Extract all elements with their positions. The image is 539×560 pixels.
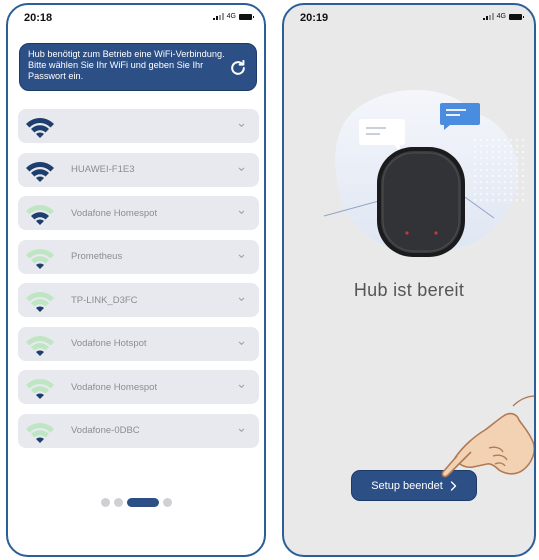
wifi-network-item[interactable]: Prometheus <box>18 239 259 274</box>
battery-icon <box>509 13 524 20</box>
page-indicator <box>101 498 172 507</box>
status-bar: 20:19 4G <box>284 5 534 29</box>
status-indicators: 4G <box>212 13 254 20</box>
chevron-down-icon <box>238 384 245 388</box>
wifi-signal-icon <box>26 161 54 182</box>
wifi-network-name: Vodafone Homespot <box>71 381 158 393</box>
chevron-down-icon <box>238 210 245 214</box>
wifi-signal-icon <box>26 118 54 138</box>
wifi-network-item[interactable] <box>18 109 259 143</box>
page-dot[interactable] <box>114 498 123 507</box>
network-type: 4G <box>496 13 506 20</box>
status-time: 20:18 <box>24 12 53 24</box>
chevron-down-icon <box>238 123 245 127</box>
page-dot[interactable] <box>163 498 172 507</box>
left-phone-screen: 20:18 4G Hub benötigt zum Betrieb eine W… <box>6 3 266 557</box>
signal-icon <box>212 13 224 20</box>
wifi-notice-banner: Hub benötigt zum Betrieb eine WiFi-Verbi… <box>19 43 257 91</box>
wifi-network-name: TP-LINK_D3FC <box>71 294 138 306</box>
wifi-network-name: Vodafone Homespot <box>71 207 158 219</box>
right-phone-screen: 20:19 4G Hub ist bereit Setup beendet <box>282 3 536 557</box>
wifi-signal-icon <box>26 248 54 269</box>
setup-finished-label: Setup beendet <box>371 479 443 492</box>
wifi-network-name: HUAWEI-F1E3 <box>71 164 135 175</box>
hub-illustration <box>323 89 524 257</box>
chevron-down-icon <box>238 254 245 258</box>
network-type: 4G <box>226 13 236 20</box>
wifi-signal-icon <box>26 205 54 225</box>
page-dot-active[interactable] <box>127 498 159 507</box>
wifi-network-name: Prometheus <box>71 251 123 262</box>
wifi-signal-icon <box>26 422 54 443</box>
status-indicators: 4G <box>482 13 524 20</box>
refresh-icon[interactable] <box>228 58 248 78</box>
battery-icon <box>239 13 254 20</box>
wifi-network-name: Vodafone-0DBC <box>71 425 140 436</box>
chevron-down-icon <box>238 428 245 432</box>
status-bar: 20:18 4G <box>8 5 264 29</box>
chevron-down-icon <box>238 297 245 301</box>
wifi-network-item[interactable]: Vodafone Hotspot <box>18 326 259 361</box>
pointing-hand-icon <box>441 395 534 478</box>
wifi-network-name: Vodafone Hotspot <box>71 338 147 349</box>
chevron-down-icon <box>238 167 245 171</box>
wifi-network-item[interactable]: Vodafone Homespot <box>18 370 259 404</box>
page-dot[interactable] <box>101 498 110 507</box>
wifi-network-item[interactable]: TP-LINK_D3FC <box>18 283 259 317</box>
wifi-network-list: HUAWEI-F1E3 Vodafone Homespot Prometheus TP… <box>18 109 259 457</box>
wifi-network-item[interactable]: Vodafone Homespot <box>18 196 259 230</box>
wifi-network-item[interactable]: Vodafone-0DBC <box>18 413 259 448</box>
wifi-network-item[interactable]: HUAWEI-F1E3 <box>18 152 259 187</box>
hub-ready-title: Hub ist bereit <box>353 280 465 300</box>
wifi-signal-icon <box>26 292 54 312</box>
wifi-notice-text: Hub benötigt zum Betrieb eine WiFi-Verbi… <box>28 49 225 81</box>
wifi-signal-icon <box>26 379 54 399</box>
signal-icon <box>482 13 494 20</box>
status-time: 20:19 <box>300 12 329 24</box>
chevron-down-icon <box>238 341 245 345</box>
wifi-signal-icon <box>26 335 54 356</box>
